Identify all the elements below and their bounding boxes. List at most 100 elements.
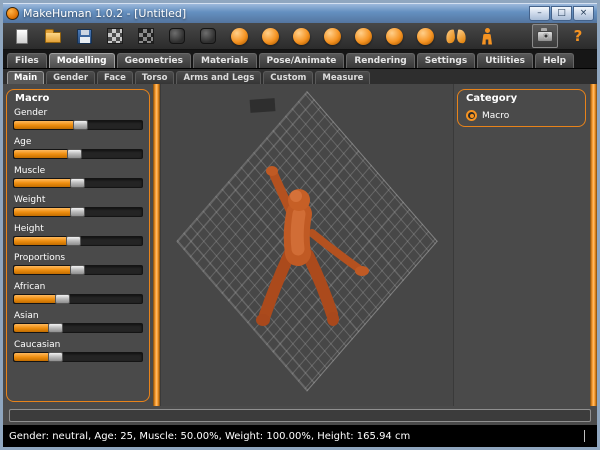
radio-selected-icon[interactable] xyxy=(466,110,477,121)
tab-utilities[interactable]: Utilities xyxy=(477,53,533,68)
slider-fill xyxy=(14,121,81,129)
view-top-icon xyxy=(355,28,372,45)
subtab-measure[interactable]: Measure xyxy=(315,71,370,84)
view-front-button[interactable] xyxy=(228,25,250,47)
status-cursor xyxy=(584,430,585,442)
slider-muscle-label: Muscle xyxy=(14,166,143,176)
slider-muscle-track[interactable] xyxy=(13,178,143,188)
subtab-main[interactable]: Main xyxy=(7,71,44,84)
help-button[interactable]: ? xyxy=(567,25,589,47)
subtab-torso[interactable]: Torso xyxy=(135,71,175,84)
slider-weight-track[interactable] xyxy=(13,207,143,217)
slider-caucasian-track[interactable] xyxy=(13,352,143,362)
maximize-button[interactable]: □ xyxy=(551,6,572,21)
slider-proportions-track[interactable] xyxy=(13,265,143,275)
close-button[interactable]: × xyxy=(573,6,594,21)
content-area: Macro Gender Age Muscle xyxy=(3,84,597,406)
grid-icon xyxy=(107,28,123,44)
slider-age: Age xyxy=(13,137,143,159)
tab-files[interactable]: Files xyxy=(7,53,47,68)
tab-modelling[interactable]: Modelling xyxy=(49,53,115,68)
tab-materials[interactable]: Materials xyxy=(193,53,256,68)
view-left-button[interactable] xyxy=(290,25,312,47)
toolbar: ? xyxy=(3,23,597,50)
right-panel: Category Macro xyxy=(454,84,590,406)
background-checker-icon xyxy=(138,28,154,44)
slider-weight-label: Weight xyxy=(14,195,143,205)
tab-geometries[interactable]: Geometries xyxy=(117,53,191,68)
slider-muscle-handle[interactable] xyxy=(70,178,85,188)
toggle-background-button[interactable] xyxy=(135,25,157,47)
view-right-button[interactable] xyxy=(321,25,343,47)
tab-help[interactable]: Help xyxy=(535,53,574,68)
grab-canvas-button[interactable] xyxy=(532,24,558,48)
subtab-arms-legs[interactable]: Arms and Legs xyxy=(176,71,261,84)
save-model-button[interactable] xyxy=(73,25,95,47)
toggle-grid-button[interactable] xyxy=(104,25,126,47)
slider-age-handle[interactable] xyxy=(67,149,82,159)
app-icon xyxy=(6,7,19,20)
camera-icon xyxy=(537,31,553,42)
view-top-button[interactable] xyxy=(352,25,374,47)
slider-age-label: Age xyxy=(14,137,143,147)
new-file-button[interactable] xyxy=(11,25,33,47)
load-model-button[interactable] xyxy=(42,25,64,47)
new-file-icon xyxy=(16,29,28,44)
slider-fill xyxy=(14,150,75,158)
tab-pose-animate[interactable]: Pose/Animate xyxy=(259,53,345,68)
reset-camera-button[interactable] xyxy=(414,25,436,47)
slider-height-label: Height xyxy=(14,224,143,234)
smooth-shading-icon xyxy=(200,28,216,44)
title-bar[interactable]: MakeHuman 1.0.2 - [Untitled] – □ × xyxy=(3,3,597,23)
smooth-shading-button[interactable] xyxy=(197,25,219,47)
slider-gender-track[interactable] xyxy=(13,120,143,130)
slider-african: African xyxy=(13,282,143,304)
slider-asian-handle[interactable] xyxy=(48,323,63,333)
slider-caucasian-label: Caucasian xyxy=(14,340,143,350)
subtab-face[interactable]: Face xyxy=(97,71,133,84)
slider-fill xyxy=(14,208,78,216)
slider-african-label: African xyxy=(14,282,143,292)
slider-height-track[interactable] xyxy=(13,236,143,246)
slider-fill xyxy=(14,179,78,187)
slider-gender-handle[interactable] xyxy=(73,120,88,130)
wireframe-icon xyxy=(169,28,185,44)
slider-fill xyxy=(14,266,78,274)
subtab-gender[interactable]: Gender xyxy=(46,71,95,84)
view-right-icon xyxy=(324,28,341,45)
person-icon xyxy=(481,28,493,45)
slider-caucasian: Caucasian xyxy=(13,340,143,362)
view-bottom-button[interactable] xyxy=(383,25,405,47)
tab-settings[interactable]: Settings xyxy=(417,53,475,68)
human-orientation-button[interactable] xyxy=(476,25,498,47)
slider-african-handle[interactable] xyxy=(55,294,70,304)
left-panel-splitter[interactable] xyxy=(153,84,160,406)
slider-age-track[interactable] xyxy=(13,149,143,159)
right-panel-splitter[interactable] xyxy=(590,84,597,406)
slider-african-track[interactable] xyxy=(13,294,143,304)
left-panel: Macro Gender Age Muscle xyxy=(3,84,153,406)
slider-proportions-handle[interactable] xyxy=(70,265,85,275)
slider-height-handle[interactable] xyxy=(66,236,81,246)
slider-asian-track[interactable] xyxy=(13,323,143,333)
minimize-button[interactable]: – xyxy=(529,6,550,21)
subtab-custom[interactable]: Custom xyxy=(263,71,313,84)
slider-weight-handle[interactable] xyxy=(70,207,85,217)
symmetry-button[interactable] xyxy=(445,25,467,47)
macro-groupbox: Macro Gender Age Muscle xyxy=(6,89,150,402)
category-title: Category xyxy=(466,93,579,104)
tab-rendering[interactable]: Rendering xyxy=(346,53,414,68)
view-back-button[interactable] xyxy=(259,25,281,47)
radio-label: Macro xyxy=(482,111,509,121)
wireframe-button[interactable] xyxy=(166,25,188,47)
wings-icon xyxy=(446,29,466,44)
status-bar: Gender: neutral, Age: 25, Muscle: 50.00%… xyxy=(3,425,597,447)
save-icon xyxy=(77,29,92,44)
slider-caucasian-handle[interactable] xyxy=(48,352,63,362)
window-title: MakeHuman 1.0.2 - [Untitled] xyxy=(23,7,186,20)
slider-gender: Gender xyxy=(13,108,143,130)
category-option-macro[interactable]: Macro xyxy=(464,108,579,121)
human-figure xyxy=(162,84,452,406)
main-tab-bar: Files Modelling Geometries Materials Pos… xyxy=(3,50,597,68)
viewport-3d[interactable] xyxy=(160,84,454,406)
